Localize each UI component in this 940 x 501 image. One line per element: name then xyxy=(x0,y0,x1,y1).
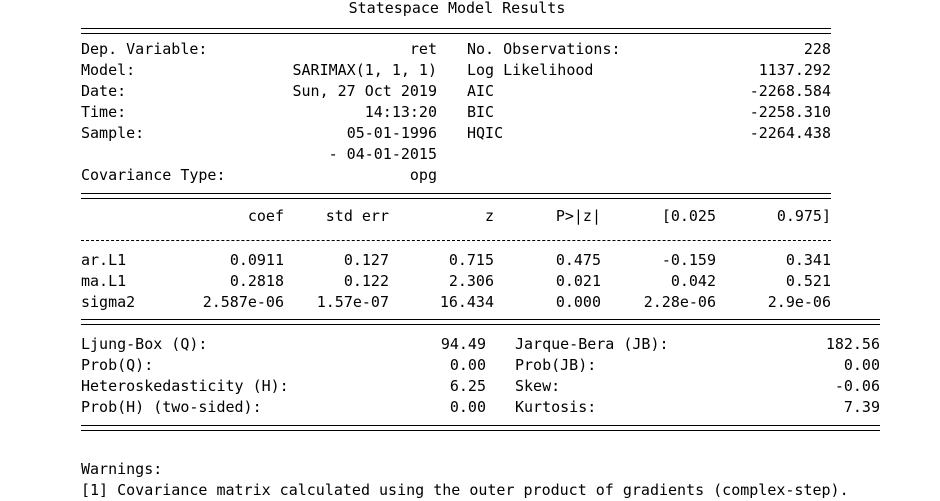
summary-label: Date: xyxy=(81,82,127,100)
coef-cell: 0.475 xyxy=(555,251,601,269)
coef-cell: 0.341 xyxy=(785,251,831,269)
coef-row-name: sigma2 xyxy=(81,293,136,311)
diagnostic-label: Prob(JB): xyxy=(515,356,597,374)
coef-column-header: std err xyxy=(325,207,389,225)
coef-cell: 0.042 xyxy=(670,272,716,290)
summary-label: Model: xyxy=(81,61,136,79)
diagnostic-value: 0.00 xyxy=(449,356,486,374)
diagnostic-label: Prob(H) (two-sided): xyxy=(81,398,262,416)
separator-coef-header xyxy=(81,193,831,199)
summary-value: - 04-01-2015 xyxy=(328,145,437,163)
coef-row-name: ma.L1 xyxy=(81,272,127,290)
coef-column-header: [0.025 xyxy=(661,207,716,225)
coef-cell: 2.28e-06 xyxy=(643,293,716,311)
coef-cell: 2.9e-06 xyxy=(767,293,831,311)
summary-value: opg xyxy=(409,166,437,184)
summary-label: Sample: xyxy=(81,124,145,142)
diagnostic-value: 0.00 xyxy=(843,356,880,374)
separator-bottom xyxy=(81,425,880,431)
coef-row-name: ar.L1 xyxy=(81,251,127,269)
coef-cell: 2.587e-06 xyxy=(202,293,284,311)
coef-cell: 2.306 xyxy=(448,272,494,290)
diagnostic-label: Kurtosis: xyxy=(515,398,597,416)
coef-column-header: P>|z| xyxy=(555,207,601,225)
summary-stat-label: No. Observations: xyxy=(467,40,621,58)
summary-stat-label: AIC xyxy=(467,82,495,100)
summary-stat-label: HQIC xyxy=(467,124,504,142)
coef-cell: -0.159 xyxy=(661,251,716,269)
coef-cell: 0.2818 xyxy=(229,272,284,290)
summary-label: Covariance Type: xyxy=(81,166,226,184)
summary-label: Dep. Variable: xyxy=(81,40,208,58)
summary-stat-value: -2264.438 xyxy=(749,124,831,142)
summary-stat-value: -2258.310 xyxy=(749,103,831,121)
coef-column-header: z xyxy=(484,207,494,225)
model-results-output: Statespace Model Results Dep. Variable: r… xyxy=(0,0,940,499)
summary-value: ret xyxy=(409,40,437,58)
summary-value: SARIMAX(1, 1, 1) xyxy=(292,61,438,79)
separator-diagnostics xyxy=(81,319,880,325)
diagnostic-label: Ljung-Box (Q): xyxy=(81,335,208,353)
summary-value: 14:13:20 xyxy=(364,103,437,121)
coef-cell: 1.57e-07 xyxy=(316,293,389,311)
coef-cell: 0.521 xyxy=(785,272,831,290)
summary-stat-label: BIC xyxy=(467,103,495,121)
diagnostic-value: -0.06 xyxy=(834,377,880,395)
summary-value: 05-01-1996 xyxy=(346,124,437,142)
diagnostic-label: Skew: xyxy=(515,377,561,395)
diagnostic-label: Prob(Q): xyxy=(81,356,154,374)
summary-value: Sun, 27 Oct 2019 xyxy=(292,82,438,100)
diagnostic-label: Heteroskedasticity (H): xyxy=(81,377,289,395)
separator-top xyxy=(81,28,831,34)
summary-stat-label: Log Likelihood xyxy=(467,61,594,79)
coef-cell: 0.715 xyxy=(448,251,494,269)
summary-stat-value: 228 xyxy=(803,40,831,58)
warning-text: [1] Covariance matrix calculated using t… xyxy=(81,481,849,499)
coef-cell: 0.0911 xyxy=(229,251,284,269)
diagnostic-value: 182.56 xyxy=(825,335,880,353)
coef-cell: 0.021 xyxy=(555,272,601,290)
coef-cell: 0.000 xyxy=(555,293,601,311)
diagnostic-value: 7.39 xyxy=(843,398,880,416)
results-title: Statespace Model Results xyxy=(348,0,566,17)
summary-label: Time: xyxy=(81,103,127,121)
coef-column-header: 0.975] xyxy=(776,207,831,225)
warnings-heading: Warnings: xyxy=(81,460,163,478)
diagnostic-value: 0.00 xyxy=(449,398,486,416)
coef-column-header: coef xyxy=(247,207,284,225)
coef-cell: 16.434 xyxy=(439,293,494,311)
diagnostic-label: Jarque-Bera (JB): xyxy=(515,335,669,353)
summary-stat-value: 1137.292 xyxy=(758,61,831,79)
coef-cell: 0.127 xyxy=(343,251,389,269)
coef-cell: 0.122 xyxy=(343,272,389,290)
summary-stat-value: -2268.584 xyxy=(749,82,831,100)
diagnostic-value: 6.25 xyxy=(449,377,486,395)
diagnostic-value: 94.49 xyxy=(440,335,486,353)
coef-header-rule xyxy=(81,240,831,241)
